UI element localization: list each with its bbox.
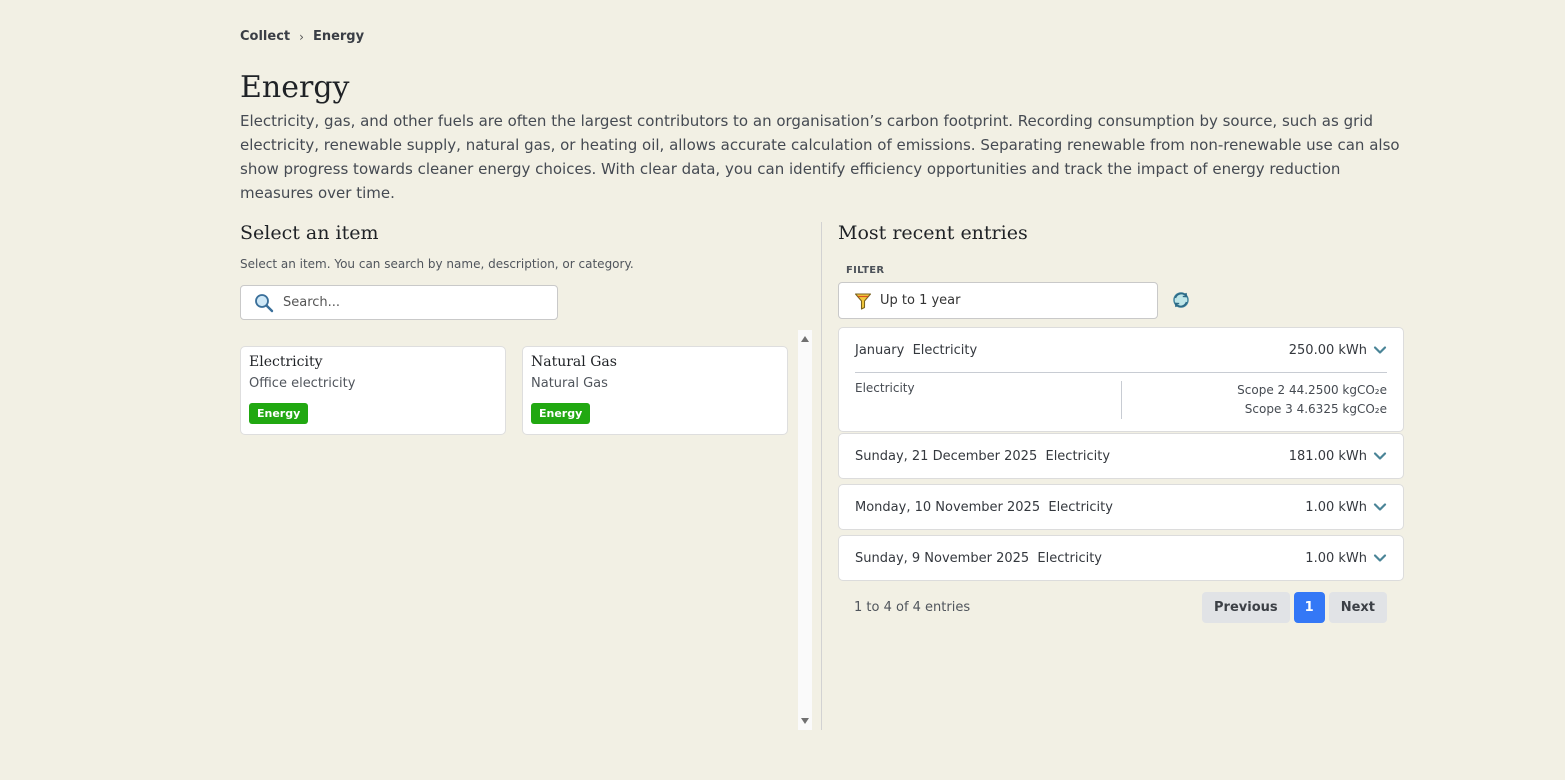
breadcrumb: Collect › Energy (240, 29, 364, 44)
item-card-title: Electricity (249, 354, 323, 370)
entry-date: Sunday, 21 December 2025 (855, 448, 1038, 464)
search-box[interactable] (240, 285, 558, 320)
chevron-down-icon[interactable] (1373, 345, 1387, 355)
entry-item: January Electricity 250.00 kWh Electrici… (838, 327, 1404, 432)
pagination-buttons: Previous 1 Next (1202, 592, 1387, 623)
entry-title: Sunday, 9 November 2025 Electricity (855, 551, 1102, 566)
page-1-button[interactable]: 1 (1293, 592, 1325, 623)
recent-entries-panel: Most recent entries FILTER Up to 1 year … (838, 222, 1404, 623)
item-card-natural-gas[interactable]: Natural Gas Natural Gas Energy (522, 346, 788, 435)
entry-amount-wrap: 1.00 kWh (1305, 500, 1387, 515)
item-card-subtitle: Office electricity (249, 376, 356, 391)
entry-title: Monday, 10 November 2025 Electricity (855, 500, 1113, 515)
funnel-icon (854, 292, 872, 310)
entry-item: Sunday, 21 December 2025 Electricity 181… (838, 433, 1404, 479)
item-card-subtitle: Natural Gas (531, 376, 608, 391)
entry-detail-label: Electricity (855, 381, 1122, 419)
page-description: Electricity, gas, and other fuels are of… (240, 112, 1400, 202)
chevron-down-icon[interactable] (1373, 502, 1387, 512)
filter-value: Up to 1 year (880, 293, 961, 308)
pagination-info: 1 to 4 of 4 entries (854, 600, 971, 615)
next-button[interactable]: Next (1328, 592, 1387, 623)
page-title: Energy (240, 70, 350, 105)
select-item-hint: Select an item. You can search by name, … (240, 257, 634, 271)
entry-amount-wrap: 1.00 kWh (1305, 551, 1387, 566)
select-item-panel: Select an item Select an item. You can s… (240, 222, 812, 730)
entry-title: January Electricity (855, 343, 977, 358)
entry-amount: 1.00 kWh (1305, 499, 1367, 515)
entry-title: Sunday, 21 December 2025 Electricity (855, 449, 1110, 464)
filter-select[interactable]: Up to 1 year (838, 282, 1158, 319)
breadcrumb-current: Energy (312, 29, 365, 44)
entry-amount-wrap: 181.00 kWh (1289, 449, 1387, 464)
entry-amount: 1.00 kWh (1305, 550, 1367, 566)
chevron-down-icon[interactable] (1373, 553, 1387, 563)
scroll-up-icon[interactable] (801, 336, 809, 342)
item-cards: Electricity Office electricity Energy Na… (240, 346, 792, 435)
entry-date: Monday, 10 November 2025 (855, 499, 1041, 515)
refresh-icon[interactable] (1171, 290, 1191, 310)
scope3-value: Scope 3 4.6325 kgCO₂e (1244, 402, 1387, 416)
entry-header[interactable]: Sunday, 21 December 2025 Electricity 181… (839, 434, 1403, 478)
entry-item-name: Electricity (1037, 550, 1102, 566)
category-badge: Energy (249, 403, 309, 424)
entry-item: Monday, 10 November 2025 Electricity 1.0… (838, 484, 1404, 530)
filter-label: FILTER (846, 265, 885, 276)
breadcrumb-collect-link[interactable]: Collect (240, 29, 290, 44)
entry-amount: 181.00 kWh (1288, 448, 1367, 464)
previous-button[interactable]: Previous (1202, 592, 1290, 623)
select-item-heading: Select an item (240, 222, 379, 244)
chevron-right-icon: › (299, 29, 304, 44)
scope2-value: Scope 2 44.2500 kgCO₂e (1237, 383, 1387, 397)
entry-date: January (855, 342, 905, 358)
recent-entries-heading: Most recent entries (838, 222, 1028, 244)
chevron-down-icon[interactable] (1373, 451, 1387, 461)
search-input[interactable] (281, 294, 545, 311)
search-icon (255, 293, 274, 312)
category-badge: Energy (531, 403, 591, 424)
entry-amount: 250.00 kWh (1288, 342, 1367, 358)
entry-header[interactable]: Sunday, 9 November 2025 Electricity 1.00… (839, 536, 1403, 580)
entry-amount-wrap: 250.00 kWh (1289, 343, 1387, 358)
scroll-down-icon[interactable] (801, 718, 809, 724)
column-divider (821, 222, 822, 730)
item-card-electricity[interactable]: Electricity Office electricity Energy (240, 346, 506, 435)
entry-date: Sunday, 9 November 2025 (855, 550, 1030, 566)
entry-item-name: Electricity (912, 342, 978, 358)
entry-item: Sunday, 9 November 2025 Electricity 1.00… (838, 535, 1404, 581)
entry-header[interactable]: Monday, 10 November 2025 Electricity 1.0… (839, 485, 1403, 529)
entry-detail-values: Scope 2 44.2500 kgCO₂e Scope 3 4.6325 kg… (1122, 381, 1387, 419)
item-list-scrollbar[interactable] (798, 330, 812, 730)
entry-header[interactable]: January Electricity 250.00 kWh (839, 328, 1403, 372)
entry-item-name: Electricity (1045, 448, 1111, 464)
item-card-title: Natural Gas (531, 354, 617, 370)
entry-detail: Electricity Scope 2 44.2500 kgCO₂e Scope… (855, 372, 1387, 431)
entry-item-name: Electricity (1048, 499, 1113, 515)
